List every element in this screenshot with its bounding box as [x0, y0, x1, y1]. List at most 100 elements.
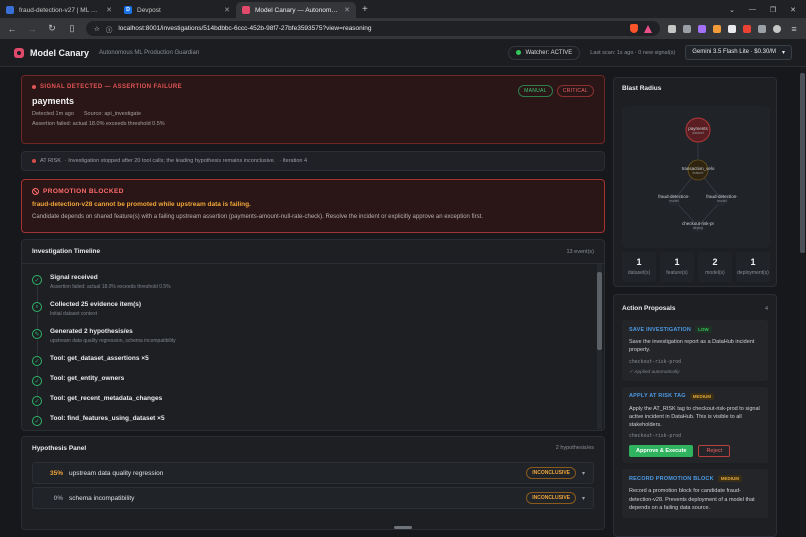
action-name: SAVE INVESTIGATION — [629, 326, 692, 333]
assertion-text: Assertion failed: actual 18.0% exceeds t… — [32, 121, 165, 127]
extension-icon[interactable] — [758, 24, 766, 33]
inconclusive-badge: INCONCLUSIVE — [526, 467, 576, 479]
forward-icon[interactable]: → — [26, 24, 38, 34]
action-target: checkout-risk-prod — [629, 359, 681, 365]
action-description: Record a promotion block for candidate f… — [629, 488, 755, 511]
extension-icon[interactable] — [743, 24, 751, 33]
timeline-item: ✎ Generated 2 hypothesis/es upstream dat… — [32, 328, 604, 356]
site-info-icon[interactable]: ⓘ — [106, 24, 113, 34]
action-card: RECORD PROMOTION BLOCK MEDIUM Record a p… — [622, 469, 768, 518]
scrollbar-thumb[interactable] — [597, 272, 602, 350]
extension-icon[interactable] — [713, 24, 721, 33]
pencil-icon: ✎ — [32, 329, 42, 339]
minimize-icon[interactable]: — — [749, 6, 756, 14]
hypothesis-count: 2 hypothesis/es — [555, 445, 594, 451]
browser-tab-active[interactable]: Model Canary — Autonomous M ✕ — [236, 2, 356, 18]
node-label[interactable]: payments dataset — [673, 126, 723, 135]
chevron-down-icon[interactable]: ▾ — [582, 495, 585, 502]
close-icon[interactable]: ✕ — [344, 6, 350, 14]
close-window-icon[interactable]: ✕ — [790, 6, 796, 14]
hypothesis-name: upstream data quality regression — [69, 469, 164, 477]
extension-icon[interactable] — [698, 24, 706, 33]
node-label[interactable]: fraud-detection-model — [649, 194, 699, 203]
close-icon[interactable]: ✕ — [106, 6, 112, 14]
risk-level-badge: LOW — [695, 326, 712, 333]
timeline-item: ✓ Tool: get_entity_owners — [32, 375, 604, 397]
menu-icon[interactable]: ≡ — [788, 24, 800, 34]
risk-level-badge: MEDIUM — [717, 475, 743, 483]
extension-icon[interactable] — [668, 24, 676, 33]
timeline-item-title: Tool: get_recent_metadata_changes — [50, 395, 163, 402]
action-description: Apply the AT_RISK tag to checkout-risk-p… — [629, 405, 760, 429]
status-dot-icon — [32, 159, 36, 163]
watcher-label: Watcher: ACTIVE — [525, 49, 573, 56]
node-type: deploy — [692, 226, 704, 230]
tab-search-icon[interactable]: ⌄ — [729, 6, 735, 14]
sidebar-icon[interactable]: ▯ — [66, 23, 78, 34]
scrollbar-thumb[interactable] — [800, 73, 805, 253]
search-icon: ⌕ — [32, 302, 42, 312]
profile-icon[interactable] — [773, 24, 781, 33]
browser-tab[interactable]: D Devpost ✕ — [118, 2, 236, 18]
node-label[interactable]: checkout-risk-pr deploy — [673, 221, 723, 230]
new-tab-button[interactable]: + — [356, 4, 374, 18]
action-target: checkout-risk-prod — [629, 434, 681, 440]
signal-card: SIGNAL DETECTED — ASSERTION FAILURE MANU… — [21, 75, 605, 144]
stat-label: deployment(s) — [737, 270, 769, 276]
page-scrollbar[interactable] — [800, 67, 805, 537]
timeline-item-title: Tool: get_entity_owners — [50, 375, 125, 382]
browser-tab[interactable]: fraud-detection-v27 | ML Model ✕ — [0, 2, 118, 18]
resize-handle[interactable] — [394, 526, 412, 529]
timeline-item-sub: Initial dataset context — [50, 311, 97, 317]
promotion-title: fraud-detection-v28 cannot be promoted w… — [32, 201, 251, 208]
action-proposals-title: Action Proposals — [622, 305, 676, 312]
status-iteration: · Iteration 4 — [279, 158, 308, 164]
node-label[interactable]: fraud-detection-model — [697, 194, 747, 203]
manual-badge: MANUAL — [518, 85, 553, 97]
action-card: SAVE INVESTIGATION LOW Save the investig… — [622, 320, 768, 381]
window-controls: ⌄ — ❐ ✕ — [719, 6, 806, 18]
hypothesis-row[interactable]: 0% schema incompatibility INCONCLUSIVE ▾ — [32, 487, 594, 509]
status-dot-icon — [516, 50, 522, 55]
timeline-item: ✓ Tool: get_recent_metadata_changes — [32, 395, 604, 417]
signal-source: Source: api_investigate — [83, 111, 142, 117]
blocked-icon — [32, 188, 39, 195]
check-icon: ✓ — [32, 356, 42, 366]
timeline-item-title: Generated 2 hypothesis/es — [50, 328, 133, 335]
timeline-scrollbar[interactable] — [597, 264, 602, 429]
reject-button[interactable]: Reject — [698, 445, 731, 458]
timeline-list[interactable]: ✓ Signal received Assertion failed: actu… — [22, 264, 604, 431]
tab-title: fraud-detection-v27 | ML Model — [19, 6, 102, 14]
node-type: model — [717, 199, 727, 203]
bookmark-icon[interactable]: ☆ — [94, 25, 100, 33]
node-label[interactable]: transaction_velo feature — [673, 166, 723, 175]
brave-rewards-icon[interactable] — [644, 24, 652, 33]
risk-level-badge: MEDIUM — [689, 392, 715, 400]
stat-label: dataset(s) — [627, 270, 651, 276]
brave-shield-icon[interactable] — [630, 24, 638, 33]
close-icon[interactable]: ✕ — [224, 6, 230, 14]
address-bar[interactable]: ☆ ⓘ localhost:8001/investigations/514bdb… — [86, 21, 660, 36]
timeline-item-title: Tool: get_dataset_assertions ×5 — [50, 355, 149, 362]
extension-icon[interactable] — [683, 24, 691, 33]
chevron-down-icon[interactable]: ▾ — [582, 470, 585, 477]
timeline-item: ✓ Tool: find_features_using_dataset ×5 — [32, 415, 604, 431]
app-tagline: Autonomous ML Production Guardian — [99, 49, 200, 56]
url-text[interactable]: localhost:8001/investigations/514bdbbc-6… — [118, 25, 624, 32]
investigation-status-bar: AT RISK · Investigation stopped after 20… — [21, 151, 605, 171]
node-type: model — [669, 199, 679, 203]
last-scan-text: Last scan: 1s ago · 0 new signal(s) — [590, 49, 676, 56]
watcher-status[interactable]: Watcher: ACTIVE — [508, 45, 581, 60]
extension-icon[interactable] — [728, 24, 736, 33]
model-select[interactable]: Gemini 3.5 Flash Lite · $0.30/M ▾ — [685, 45, 792, 60]
reload-icon[interactable]: ↻ — [46, 23, 58, 34]
maximize-icon[interactable]: ❐ — [770, 6, 776, 14]
stat-value: 2 — [712, 257, 718, 267]
blast-radius-title: Blast Radius — [622, 85, 662, 92]
approve-execute-button[interactable]: Approve & Execute — [629, 445, 694, 458]
back-icon[interactable]: ← — [6, 24, 18, 34]
hypothesis-row[interactable]: 35% upstream data quality regression INC… — [32, 462, 594, 484]
tab-title: Devpost — [137, 6, 161, 14]
blast-radius-graph[interactable]: payments dataset transaction_velo feature … — [622, 106, 770, 248]
node-type: feature — [692, 171, 704, 175]
